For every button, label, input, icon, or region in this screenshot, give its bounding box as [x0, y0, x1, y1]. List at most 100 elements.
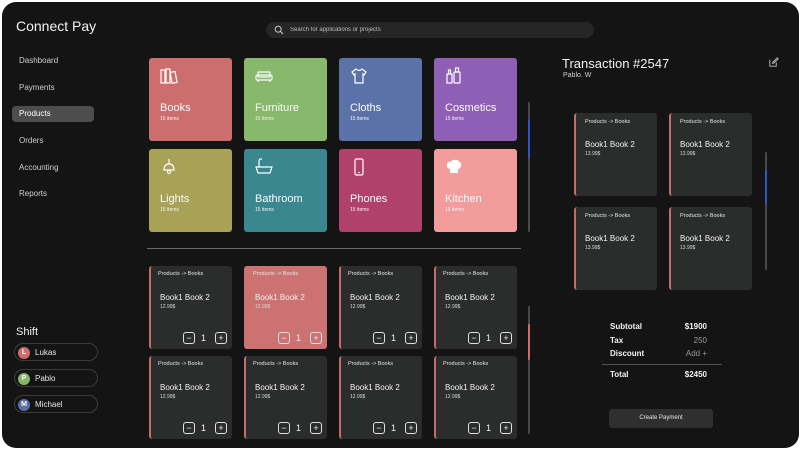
- sidebar-item-products[interactable]: Products: [12, 106, 94, 122]
- product-card[interactable]: Products -> Books Book1 Book 2 12.99$ − …: [434, 266, 517, 349]
- increment-button[interactable]: +: [215, 332, 227, 344]
- quantity-value: 1: [391, 423, 397, 433]
- search-bar[interactable]: [266, 22, 594, 38]
- category-phones[interactable]: Phones 15 items: [339, 149, 422, 232]
- category-name: Phones: [350, 193, 388, 205]
- category-count: 15 items: [255, 207, 274, 213]
- increment-button[interactable]: +: [500, 332, 512, 344]
- create-payment-button[interactable]: Create Payment: [609, 409, 713, 428]
- sidebar-item-dashboard[interactable]: Dashboard: [12, 53, 94, 69]
- decrement-button[interactable]: −: [278, 422, 290, 434]
- decrement-button[interactable]: −: [373, 422, 385, 434]
- product-card[interactable]: Products -> Books Book1 Book 2 12.99$ − …: [149, 356, 232, 439]
- item-price: 13.99$: [680, 245, 696, 251]
- product-card[interactable]: Products -> Books Book1 Book 2 12.99$ − …: [434, 356, 517, 439]
- category-name: Furniture: [255, 102, 300, 114]
- sidebar-item-orders[interactable]: Orders: [12, 133, 94, 149]
- shift-person-name: Pablo: [35, 374, 56, 383]
- category-count: 15 items: [160, 116, 179, 122]
- product-title: Book1 Book 2: [350, 383, 400, 392]
- shift-person-michael[interactable]: M Michael: [14, 395, 98, 413]
- transaction-item[interactable]: Products -> Books Book1 Book 2 13.99$: [669, 207, 752, 290]
- category-bathroom[interactable]: Bathroom 15 items: [244, 149, 327, 232]
- shift-person-name: Michael: [35, 400, 63, 409]
- shift-title: Shift: [16, 326, 39, 338]
- category-scrollbar-thumb[interactable]: [528, 120, 530, 158]
- category-lights[interactable]: Lights 15 items: [149, 149, 232, 232]
- cosmetics-icon: [446, 67, 461, 84]
- item-title: Book1 Book 2: [585, 140, 635, 149]
- shirt-icon: [351, 68, 367, 84]
- increment-button[interactable]: +: [405, 422, 417, 434]
- avatar: L: [18, 347, 30, 359]
- transaction-scrollbar-thumb[interactable]: [765, 170, 767, 204]
- item-title: Book1 Book 2: [680, 140, 730, 149]
- bathtub-icon: [255, 158, 273, 174]
- category-count: 15 items: [350, 207, 369, 213]
- product-title: Book1 Book 2: [255, 293, 305, 302]
- product-price: 12.99$: [255, 394, 271, 400]
- decrement-button[interactable]: −: [278, 332, 290, 344]
- product-price: 12.99$: [350, 304, 366, 310]
- product-path: Products -> Books: [443, 271, 489, 277]
- product-path: Products -> Books: [348, 271, 394, 277]
- category-cloths[interactable]: Cloths 15 items: [339, 58, 422, 141]
- transaction-item[interactable]: Products -> Books Book1 Book 2 13.99$: [574, 113, 657, 196]
- item-path: Products -> Books: [585, 119, 631, 125]
- shift-person-pablo[interactable]: P Pablo: [14, 369, 98, 387]
- product-title: Book1 Book 2: [445, 383, 495, 392]
- product-card[interactable]: Products -> Books Book1 Book 2 12.99$ − …: [339, 356, 422, 439]
- edit-icon[interactable]: [768, 57, 779, 68]
- transaction-item[interactable]: Products -> Books Book1 Book 2 13.99$: [669, 113, 752, 196]
- category-count: 15 items: [255, 116, 274, 122]
- category-count: 15 items: [160, 207, 179, 213]
- item-path: Products -> Books: [680, 119, 726, 125]
- decrement-button[interactable]: −: [468, 332, 480, 344]
- sidebar-item-payments[interactable]: Payments: [12, 80, 94, 96]
- product-path: Products -> Books: [443, 361, 489, 367]
- increment-button[interactable]: +: [500, 422, 512, 434]
- category-kitchen[interactable]: Kitchen 15 items: [434, 149, 517, 232]
- product-price: 12.99$: [445, 394, 461, 400]
- category-furniture[interactable]: Furniture 15 items: [244, 58, 327, 141]
- divider: [147, 248, 521, 249]
- total-value: $2450: [684, 370, 707, 379]
- shift-person-lukas[interactable]: L Lukas: [14, 343, 98, 361]
- decrement-button[interactable]: −: [373, 332, 385, 344]
- avatar: M: [18, 399, 30, 411]
- product-path: Products -> Books: [348, 361, 394, 367]
- transaction-item[interactable]: Products -> Books Book1 Book 2 13.99$: [574, 207, 657, 290]
- avatar: P: [18, 373, 30, 385]
- transaction-title: Transaction #2547: [562, 56, 670, 71]
- category-name: Bathroom: [255, 193, 303, 205]
- product-card[interactable]: Products -> Books Book1 Book 2 12.99$ − …: [244, 356, 327, 439]
- product-price: 12.99$: [350, 394, 366, 400]
- category-count: 15 items: [445, 116, 464, 122]
- products-scrollbar-thumb[interactable]: [528, 324, 530, 360]
- category-books[interactable]: Books 15 items: [149, 58, 232, 141]
- increment-button[interactable]: +: [310, 332, 322, 344]
- decrement-button[interactable]: −: [183, 332, 195, 344]
- subtotal-label: Subtotal: [610, 322, 642, 331]
- product-card-selected[interactable]: Products -> Books Book1 Book 2 12.99$ − …: [244, 266, 327, 349]
- sidebar-item-accounting[interactable]: Accounting: [12, 160, 94, 176]
- increment-button[interactable]: +: [310, 422, 322, 434]
- increment-button[interactable]: +: [405, 332, 417, 344]
- add-discount-button[interactable]: Add +: [686, 349, 707, 358]
- lamp-icon: [163, 159, 175, 174]
- total-label: Total: [610, 370, 629, 379]
- category-cosmetics[interactable]: Cosmetics 15 items: [434, 58, 517, 141]
- increment-button[interactable]: +: [215, 422, 227, 434]
- books-icon: [160, 68, 178, 84]
- app-window: Connect Pay Dashboard Payments Products …: [2, 2, 799, 448]
- product-card[interactable]: Products -> Books Book1 Book 2 12.99$ − …: [339, 266, 422, 349]
- search-input[interactable]: [290, 24, 580, 36]
- decrement-button[interactable]: −: [468, 422, 480, 434]
- shift-person-name: Lukas: [35, 348, 57, 357]
- quantity-value: 1: [391, 333, 397, 343]
- quantity-value: 1: [296, 423, 302, 433]
- sidebar-item-reports[interactable]: Reports: [12, 186, 94, 202]
- product-card[interactable]: Products -> Books Book1 Book 2 12.99$ − …: [149, 266, 232, 349]
- decrement-button[interactable]: −: [183, 422, 195, 434]
- app-title: Connect Pay: [16, 18, 97, 34]
